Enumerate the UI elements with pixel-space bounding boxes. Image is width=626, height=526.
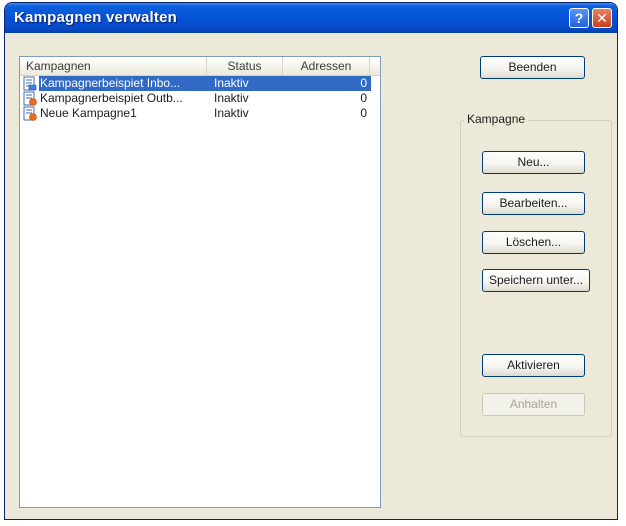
campaign-outbound-icon xyxy=(23,106,37,121)
campaign-name: Kampagnerbeispiet Outb... xyxy=(40,91,183,105)
campaign-name: Kampagnerbeispiet Inbo... xyxy=(40,76,181,90)
column-header-status[interactable]: Status xyxy=(207,57,283,75)
campaign-outbound-icon xyxy=(23,91,37,106)
title-bar[interactable]: Kampagnen verwalten ? ✕ xyxy=(5,3,617,33)
save-as-button[interactable]: Speichern unter... xyxy=(482,269,590,292)
campaign-addresses: 0 xyxy=(360,106,367,120)
list-item[interactable]: Kampagnerbeispiet Inbo... Inaktiv 0 xyxy=(21,76,373,91)
delete-button[interactable]: Löschen... xyxy=(482,231,585,254)
campaign-addresses: 0 xyxy=(360,91,367,105)
close-button[interactable]: Beenden xyxy=(480,56,585,79)
campaign-manager-window: Kampagnen verwalten ? ✕ Kampagnen Status… xyxy=(4,2,618,520)
campaign-status: Inaktiv xyxy=(214,76,249,90)
column-header-addresses[interactable]: Adressen xyxy=(283,57,370,75)
campaign-status: Inaktiv xyxy=(214,91,249,105)
campaign-name: Neue Kampagne1 xyxy=(40,106,137,120)
campaign-list[interactable]: Kampagnen Status Adressen Kampagnerbeisp… xyxy=(19,56,381,508)
dialog-body: Kampagnen Status Adressen Kampagnerbeisp… xyxy=(8,33,614,516)
campaign-addresses: 0 xyxy=(360,76,367,90)
edit-button[interactable]: Bearbeiten... xyxy=(482,192,585,215)
list-header: Kampagnen Status Adressen xyxy=(20,57,380,76)
help-icon[interactable]: ? xyxy=(569,8,589,28)
window-title: Kampagnen verwalten xyxy=(14,9,178,26)
campaign-group-label: Kampagne xyxy=(464,112,529,127)
campaign-status: Inaktiv xyxy=(214,106,249,120)
list-item[interactable]: Kampagnerbeispiet Outb... Inaktiv 0 xyxy=(21,91,373,106)
activate-button[interactable]: Aktivieren xyxy=(482,354,585,377)
new-button[interactable]: Neu... xyxy=(482,151,585,174)
close-icon[interactable]: ✕ xyxy=(592,8,612,28)
column-header-campaigns[interactable]: Kampagnen xyxy=(20,57,207,75)
pause-button: Anhalten xyxy=(482,393,585,416)
list-item[interactable]: Neue Kampagne1 Inaktiv 0 xyxy=(21,106,373,121)
campaign-inbound-icon xyxy=(23,76,37,91)
